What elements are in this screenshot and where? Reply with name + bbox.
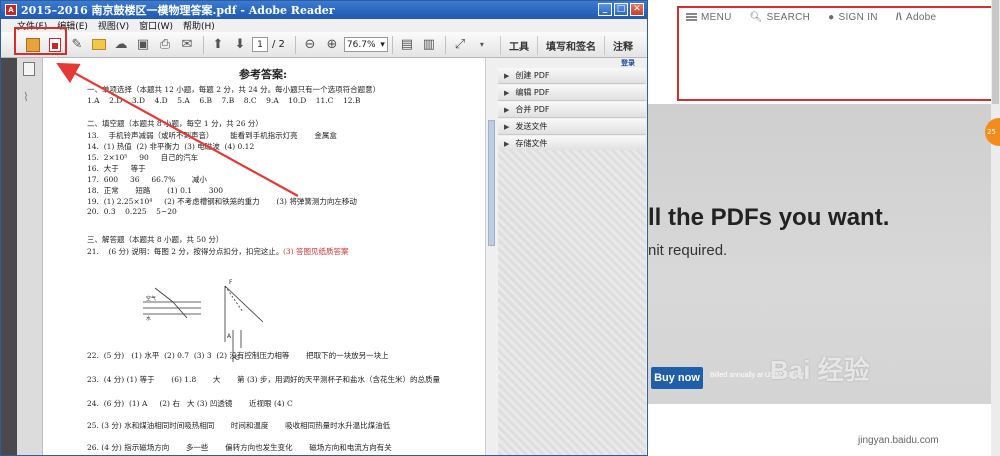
chevron-right-icon: ▶ [504,71,510,80]
open-folder-icon[interactable] [89,35,109,55]
edit-icon[interactable]: ✎ [67,35,87,55]
point-A-label: A [227,333,232,340]
doc-line: 23. (4 分) (1) 等于 (6) 1.8 大 第 (3) 步，用调好的天… [87,375,440,384]
zoom-value: 76.7% [346,39,376,50]
tools-pane: 登录 ▶ 创建 PDF ▶ 编辑 PDF ▶ 合并 PDF ▶ 发送文件 ▶ 存储文件 [496,58,647,455]
doc-line: 19. (1) 2.25×10⁴ (2) 不考虑槽钢和铁笼的重力 (3) 将弹簧… [87,197,357,206]
zoom-out-icon[interactable]: ⊖ [300,35,320,55]
doc-scroll-thumb[interactable] [488,120,495,246]
doc-line: 26. (4 分) 指示磁场方向 多一些 偏转方向也发生变化 磁场方向和电流方向… [87,443,392,452]
hero-subtitle: nit required. [648,242,728,259]
navigation-pane: ⌇ [17,58,43,455]
chevron-right-icon: ▶ [504,122,510,131]
chevron-right-icon: ▶ [504,88,510,97]
doc-line: 25. (3 分) 水和煤油相同时间吸热相同 时间和温度 吸收相同热量时水升温比… [87,421,391,430]
page-total: / 2 [272,39,285,50]
hero-title: ll the PDFs you want. [648,204,890,231]
left-rail [1,58,17,455]
air-label: 空气 [146,295,156,302]
toolbar-more-icon[interactable]: ▾ [472,35,492,55]
chevron-down-icon: ▾ [380,39,385,50]
web-scrollbar[interactable] [991,0,1000,456]
window-title: 2015–2016 南京鼓楼区一模物理答案.pdf - Adobe Reader [21,4,335,17]
zoom-select[interactable]: 76.7% ▾ [343,37,388,52]
menu-view[interactable]: 视图(V) [98,19,129,32]
maximize-button[interactable]: □ [614,3,628,16]
chevron-right-icon: ▶ [504,139,510,148]
close-button[interactable]: ✕ [630,3,644,16]
fullscreen-icon[interactable]: ⤢ [450,35,470,55]
menu-window[interactable]: 窗口(W) [139,19,173,32]
attachment-icon[interactable]: ⌇ [23,90,29,104]
doc-line: 13. 手机铃声减弱（或听不到声音） 能看到手机指示灯亮 金属盒 [87,131,337,140]
doc-line: 二、填空题（本题共 8 小题，每空 1 分，共 26 分） [87,119,263,128]
toolbar-separator [294,35,296,54]
menu-help[interactable]: 帮助(H) [183,19,215,32]
doc-line: 21. (6 分) 说明：每图 2 分，按得分点扣分，扣完这止。 [87,247,284,256]
panel-send-files[interactable]: ▶ 发送文件 [498,119,646,135]
doc-line: 15. 2×10⁵ 90 自己的汽车 [87,153,199,162]
web-scroll-thumb[interactable] [992,0,999,104]
tab-fill-sign[interactable]: 填写和签名 [537,36,604,55]
pdf-app-icon: A [5,4,17,16]
chevron-right-icon: ▶ [504,105,510,114]
email-icon[interactable]: ✉ [177,35,197,55]
tools-pane-empty-area [498,150,646,455]
doc-line: 1.A 2.D 3.D 4.D 5.A 6.B 7.B 8.C 9.A 10.D… [87,96,361,105]
incident-ray [154,287,174,303]
panel-edit-pdf[interactable]: ▶ 编辑 PDF [498,85,646,101]
print-icon[interactable]: ⎙ [155,35,175,55]
page-number-input[interactable]: 1 [252,37,268,52]
annotation-red-box-toolbar [14,27,67,55]
toolbar-separator [391,35,393,54]
dashed-line [224,285,244,313]
tab-comment[interactable]: 注释 [604,36,641,55]
adobe-reader-window: A 2015–2016 南京鼓楼区一模物理答案.pdf - Adobe Read… [0,0,648,456]
panel-combine-pdf[interactable]: ▶ 合并 PDF [498,102,646,118]
doc-red-note: (3) 答图见纸质答案 [283,247,349,256]
refracted-ray [172,301,188,319]
annotation-red-box-web [677,6,999,101]
save-icon[interactable]: ▣ [133,35,153,55]
minimize-button[interactable]: _ [598,3,612,16]
main-toolbar: ✎ ☁ ▣ ⎙ ✉ ⬆ ⬇ 1 / 2 ⊖ ⊕ 76.7% ▾ ▤ ▥ ⤢ ▾ 工… [1,32,647,58]
water-label: 水 [146,315,151,322]
baidu-watermark: Bai 经验 [770,350,870,387]
pdf-document-view[interactable]: 参考答案: 一、单项选择（本题共 12 小题，每题 2 分，共 24 分。每小题… [43,58,485,455]
window-controls: _ □ ✕ [598,3,644,16]
cloud-upload-icon[interactable]: ☁ [111,35,131,55]
doc-line: 24. (6 分) (1) A (2) 右 大 (3) 凹透镜 近视眼 (4) … [87,399,293,408]
doc-line: 17. 600 36 66.7% 减小 [87,175,207,184]
zoom-in-icon[interactable]: ⊕ [322,35,342,55]
physics-diagram: 空气 水 F A G [143,279,263,362]
login-link[interactable]: 登录 [621,58,635,68]
toolbar-separator [203,35,204,54]
gravity-G-label: G [235,355,240,362]
fit-width-icon[interactable]: ▥ [419,35,439,55]
tab-tools[interactable]: 工具 [500,36,537,55]
doc-scrollbar[interactable] [485,58,496,455]
doc-line: 一、单项选择（本题共 12 小题，每题 2 分，共 24 分。每小题只有一个选项… [87,85,381,94]
doc-line: 三、解答题（本题共 8 小题，共 50 分） [87,235,224,244]
doc-line: 14. (1) 热值 (2) 非平衡力 (3) 电磁波 (4) 0.12 [87,142,255,151]
toolbar-separator [444,35,446,54]
watermark-text: Bai 经验 [770,355,870,385]
force-F-label: F [229,279,233,286]
menu-bar: 文件(F) 编辑(E) 视图(V) 窗口(W) 帮助(H) [1,19,647,32]
doc-title: 参考答案: [239,68,288,81]
lever-line [224,285,263,323]
next-page-icon[interactable]: ⬇ [230,35,250,55]
window-titlebar[interactable]: A 2015–2016 南京鼓楼区一模物理答案.pdf - Adobe Read… [1,1,647,19]
prev-page-icon[interactable]: ⬆ [208,35,228,55]
doc-line: 18. 正常 短路 (1) 0.1 300 [87,186,224,195]
panel-create-pdf[interactable]: ▶ 创建 PDF [498,68,646,84]
pages-panel-icon[interactable] [23,62,35,76]
doc-line: 20. 0.3 0.225 5~20 [87,207,177,216]
task-tabs: 工具 填写和签名 注释 [500,36,641,55]
doc-line: 16. 大于 等于 [87,164,146,173]
fit-page-icon[interactable]: ▤ [397,35,417,55]
buy-now-button[interactable]: Buy now [651,367,703,389]
watermark-url: jingyan.baidu.com [858,435,939,446]
